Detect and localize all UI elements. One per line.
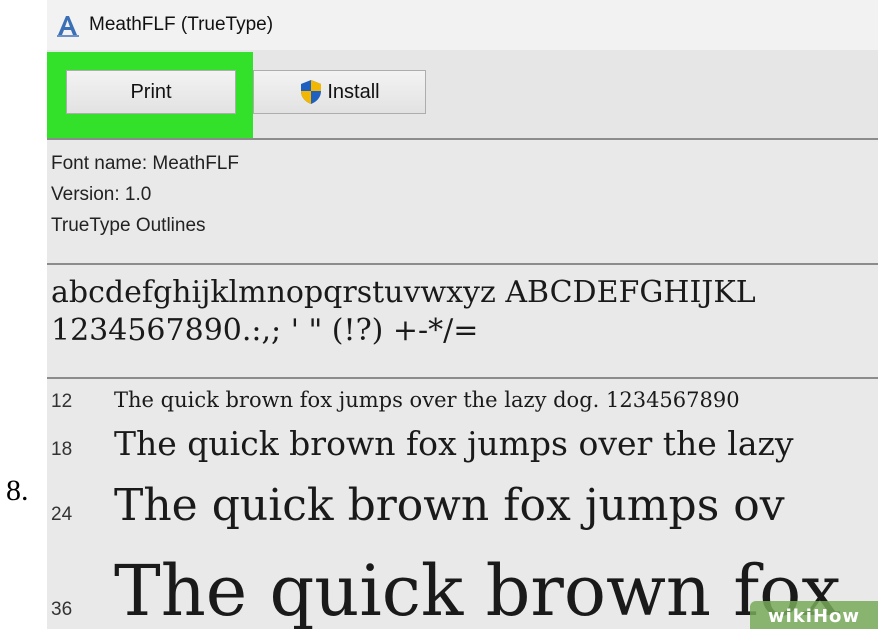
font-name: Font name: MeathFLF	[51, 153, 239, 174]
sample-text: The quick brown fox jumps ov	[114, 480, 785, 531]
character-set-preview: abcdefghijklmnopqrstuvwxyz ABCDEFGHIJKL …	[51, 274, 877, 350]
divider	[47, 377, 878, 379]
toolbar: Print Install	[47, 50, 878, 138]
window-title: MeathFLF (TrueType)	[89, 14, 274, 35]
font-outlines: TrueType Outlines	[51, 215, 206, 236]
sample-text: The quick brown fox jumps over the lazy …	[114, 388, 740, 412]
charset-line-letters: abcdefghijklmnopqrstuvwxyz ABCDEFGHIJKL	[51, 275, 756, 310]
wikihow-watermark: wikiHow	[750, 601, 878, 629]
sample-size-label: 12	[51, 391, 73, 412]
sample-row-18: 18 The quick brown fox jumps over the la…	[51, 424, 877, 463]
font-preview-window: MeathFLF (TrueType) Print Install Font n…	[47, 0, 878, 629]
sample-text: The quick brown fox jumps over the lazy	[114, 424, 794, 463]
sample-size-label: 24	[51, 504, 73, 525]
sample-row-24: 24 The quick brown fox jumps ov	[51, 480, 877, 531]
print-button[interactable]: Print	[66, 70, 236, 114]
install-button[interactable]: Install	[253, 70, 426, 114]
sample-size-label: 18	[51, 439, 73, 460]
install-button-label: Install	[327, 80, 380, 103]
font-version: Version: 1.0	[51, 184, 152, 205]
title-bar: MeathFLF (TrueType)	[47, 0, 878, 50]
step-number: 8.	[6, 474, 29, 507]
divider	[47, 263, 878, 265]
sample-text: The quick brown fox	[114, 550, 841, 629]
divider	[47, 138, 878, 140]
font-info: Font name: MeathFLF Version: 1.0 TrueTyp…	[51, 148, 239, 241]
sample-row-12: 12 The quick brown fox jumps over the la…	[51, 388, 877, 413]
uac-shield-icon	[299, 79, 323, 105]
sample-size-label: 36	[51, 599, 73, 620]
font-viewer-icon	[55, 12, 81, 38]
charset-line-symbols: 1234567890.:,; ' " (!?) +-*/=	[51, 313, 479, 348]
